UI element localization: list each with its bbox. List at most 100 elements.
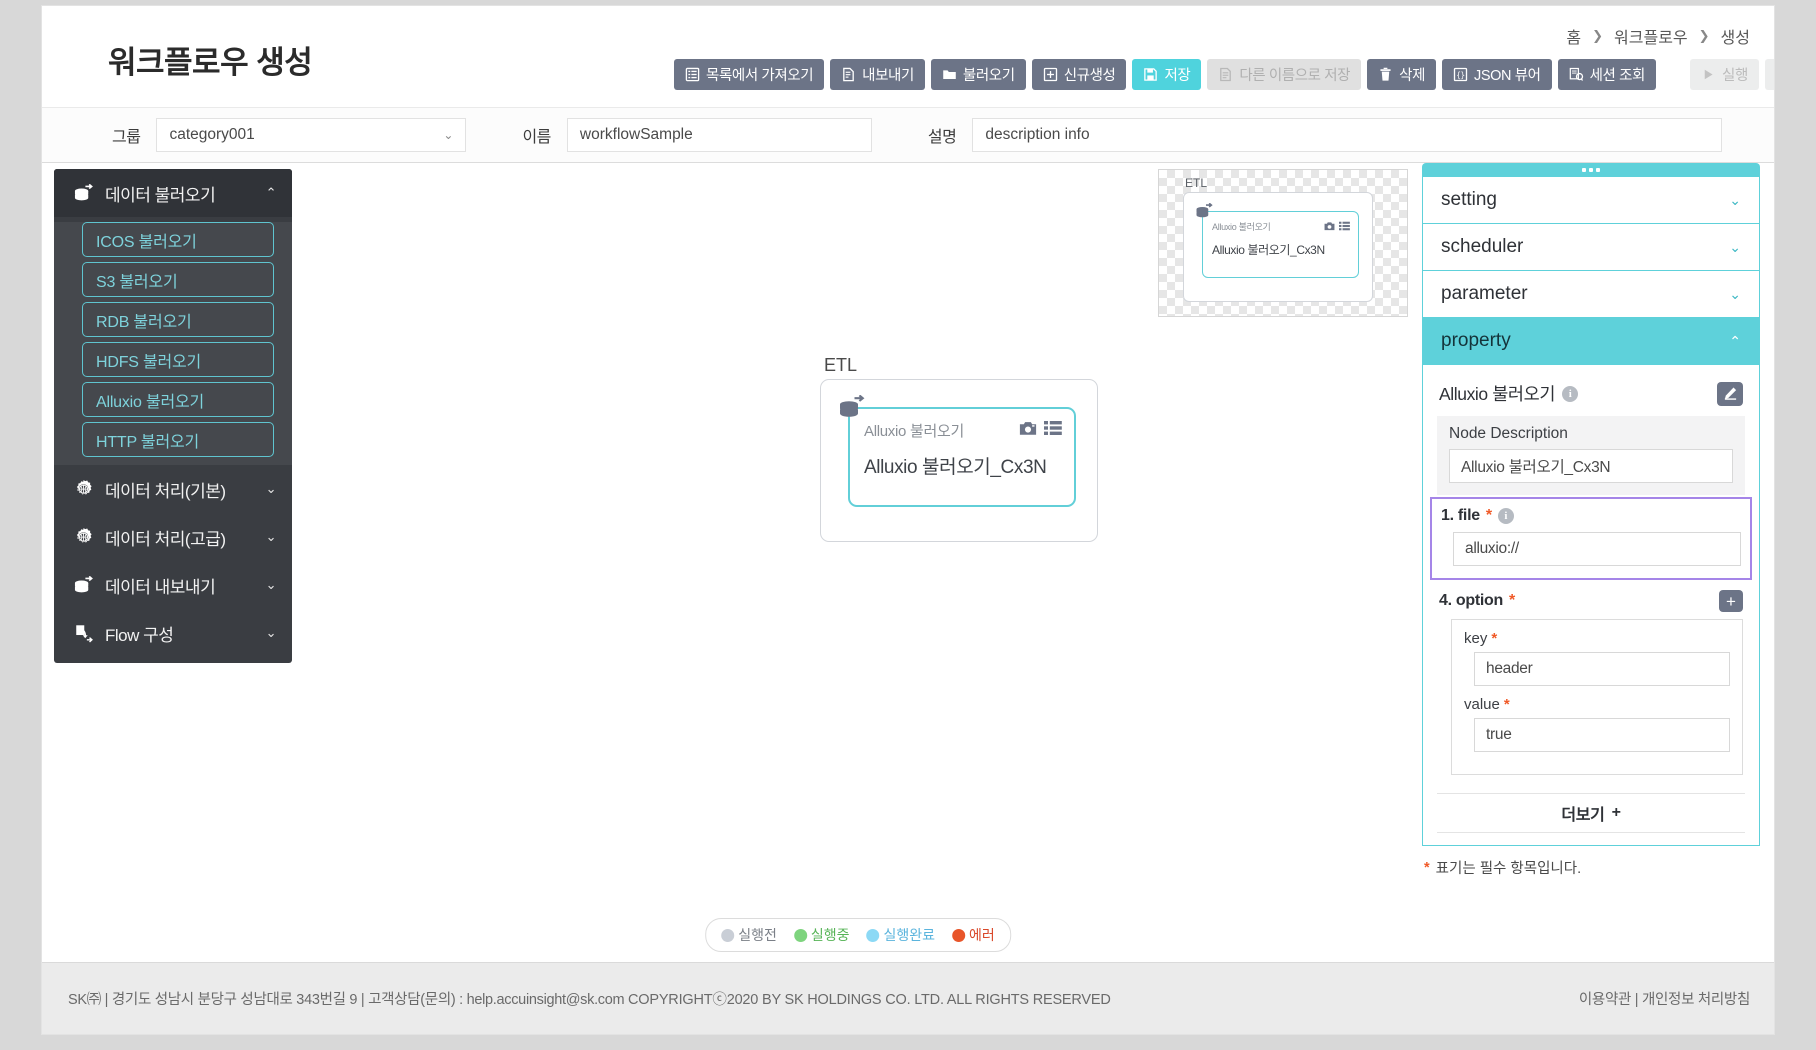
run-label: 실행 <box>1722 64 1748 85</box>
legend-label-complete: 실행완료 <box>883 925 935 945</box>
new-button[interactable]: 신규생성 <box>1032 59 1127 90</box>
name-field: 이름 workflowSample <box>522 118 871 152</box>
import-from-list-button[interactable]: 목록에서 가져오기 <box>674 59 824 90</box>
export-icon <box>841 67 856 82</box>
new-label: 신규생성 <box>1064 64 1116 85</box>
file-input[interactable]: alluxio:// <box>1453 532 1741 566</box>
group-select-value: category001 <box>169 126 254 144</box>
palette-group-data-export[interactable]: 데이터 내보내기 ⌄ <box>54 561 292 609</box>
required-marker: * <box>1424 860 1430 876</box>
panel-drag-handle[interactable] <box>1422 163 1760 177</box>
export-button[interactable]: 내보내기 <box>830 59 925 90</box>
trash-icon <box>1378 67 1393 82</box>
breadcrumb-item-home[interactable]: 홈 <box>1566 24 1581 48</box>
show-more-button[interactable]: 더보기 + <box>1437 793 1745 833</box>
breadcrumb-item-create: 생성 <box>1721 24 1750 48</box>
palette-item-alluxio[interactable]: Alluxio 불러오기 <box>82 382 274 417</box>
folder-open-icon <box>942 67 957 82</box>
page-footer: SK㈜ | 경기도 성남시 분당구 성남대로 343번길 9 | 고객상담(문의… <box>42 962 1774 1034</box>
edit-pencil-icon[interactable] <box>1717 382 1743 406</box>
option-key-label-text: key <box>1464 630 1487 647</box>
status-dot-error <box>952 929 965 942</box>
option-field-label-text: 4. option <box>1439 592 1503 610</box>
option-value-input[interactable]: true <box>1474 718 1730 752</box>
export-label: 내보내기 <box>862 64 914 85</box>
option-key-input[interactable]: header <box>1474 652 1730 686</box>
accordion-property-label: property <box>1441 330 1511 352</box>
required-note: * 표기는 필수 항목입니다. <box>1422 857 1760 878</box>
palette-item-hdfs[interactable]: HDFS 불러오기 <box>82 342 274 377</box>
file-field-label: 1. file * i <box>1441 507 1741 525</box>
session-search-button[interactable]: 세션 조회 <box>1558 59 1656 90</box>
option-key-value: header <box>1486 660 1532 678</box>
app-window: 홈 ❯ 워크플로우 ❯ 생성 워크플로우 생성 목록에서 가져오기 내보내기 불… <box>42 6 1774 1034</box>
save-button[interactable]: 저장 <box>1132 59 1201 90</box>
palette-item-http[interactable]: HTTP 불러오기 <box>82 422 274 457</box>
load-button[interactable]: 불러오기 <box>931 59 1026 90</box>
palette-items-data-import: ICOS 불러오기 S3 불러오기 RDB 불러오기 HDFS 불러오기 All… <box>54 222 292 465</box>
main-body: 데이터 불러오기 ⌃ ICOS 불러오기 S3 불러오기 RDB 불러오기 HD… <box>42 163 1774 962</box>
chevron-down-icon: ⌄ <box>266 481 276 497</box>
required-marker: * <box>1509 592 1515 610</box>
load-label: 불러오기 <box>963 64 1015 85</box>
canvas-minimap[interactable]: ETL Alluxio 불러오기 Alluxio 불러오기_Cx3N <box>1158 169 1408 317</box>
gear-globe-icon <box>72 526 94 548</box>
workflow-canvas[interactable]: ETL Alluxio 불러오기 Alluxio 불러오기_Cx3N <box>292 163 1424 962</box>
name-input-value: workflowSample <box>580 126 693 144</box>
palette-group-flow[interactable]: Flow 구성 ⌄ <box>54 609 292 657</box>
property-content: Alluxio 불러오기 i Node Description Alluxio … <box>1423 365 1759 845</box>
description-input[interactable]: description info <box>972 118 1722 152</box>
camera-icon[interactable] <box>1019 420 1037 441</box>
node-description-input[interactable]: Alluxio 불러오기_Cx3N <box>1449 449 1733 483</box>
accordion-setting[interactable]: setting ⌄ <box>1423 177 1759 224</box>
file-field-label-text: 1. file <box>1441 507 1480 525</box>
name-label: 이름 <box>522 123 550 147</box>
palette-group-data-import[interactable]: 데이터 불러오기 ⌃ <box>54 169 292 217</box>
camera-icon <box>1324 218 1335 236</box>
node-description-label: Node Description <box>1449 425 1733 443</box>
canvas-node-alluxio[interactable]: Alluxio 불러오기 Alluxio 불러오기_Cx3N <box>848 407 1076 507</box>
minimap-node-type: Alluxio 불러오기 <box>1212 220 1324 233</box>
chevron-down-icon: ⌄ <box>1729 239 1741 256</box>
option-value-value: true <box>1486 726 1512 744</box>
accordion-property[interactable]: property ⌃ <box>1423 318 1759 365</box>
required-marker: * <box>1504 696 1510 713</box>
group-field: 그룹 category001 ⌄ <box>112 118 466 152</box>
palette-item-icos[interactable]: ICOS 불러오기 <box>82 222 274 257</box>
group-select[interactable]: category001 ⌄ <box>156 118 466 152</box>
accordion-scheduler[interactable]: scheduler ⌄ <box>1423 224 1759 271</box>
name-input[interactable]: workflowSample <box>567 118 872 152</box>
palette-group-data-processing-advanced[interactable]: 데이터 처리(고급) ⌄ <box>54 513 292 561</box>
footer-policy-links[interactable]: 이용약관 | 개인정보 처리방침 <box>1579 988 1750 1009</box>
list-icon[interactable] <box>1044 420 1062 441</box>
accordion-parameter[interactable]: parameter ⌄ <box>1423 271 1759 318</box>
info-icon[interactable]: i <box>1498 508 1514 524</box>
chevron-up-icon: ⌃ <box>266 185 276 201</box>
required-note-text: 표기는 필수 항목입니다. <box>1436 857 1582 878</box>
legend-item-running: 실행중 <box>794 925 850 945</box>
option-value-label-text: value <box>1464 696 1500 713</box>
status-dot-complete <box>866 929 879 942</box>
canvas-node-group[interactable]: Alluxio 불러오기 Alluxio 불러오기_Cx3N <box>820 379 1098 542</box>
json-viewer-button[interactable]: {} JSON 뷰어 <box>1442 59 1552 90</box>
palette-group-label: 데이터 처리(기본) <box>105 477 266 502</box>
page-title: 워크플로우 생성 <box>108 37 312 82</box>
palette-group-label: 데이터 처리(고급) <box>105 525 266 550</box>
save-as-button: 다른 이름으로 저장 <box>1207 59 1361 90</box>
status-dot-pending <box>721 929 734 942</box>
palette-item-rdb[interactable]: RDB 불러오기 <box>82 302 274 337</box>
gear-globe-icon <box>72 478 94 500</box>
flow-icon <box>72 622 94 644</box>
session-search-label: 세션 조회 <box>1590 64 1645 85</box>
description-input-value: description info <box>985 126 1089 144</box>
description-field: 설명 description info <box>928 118 1722 152</box>
delete-button[interactable]: 삭제 <box>1367 59 1436 90</box>
palette-group-data-processing-basic[interactable]: 데이터 처리(기본) ⌄ <box>54 465 292 513</box>
accordion-scheduler-label: scheduler <box>1441 236 1523 258</box>
add-option-button[interactable]: + <box>1719 590 1743 612</box>
list-icon <box>1339 218 1350 236</box>
breadcrumb-item-workflow[interactable]: 워크플로우 <box>1614 24 1688 48</box>
info-icon[interactable]: i <box>1562 386 1578 402</box>
palette-item-s3[interactable]: S3 불러오기 <box>82 262 274 297</box>
db-import-icon <box>72 182 94 204</box>
